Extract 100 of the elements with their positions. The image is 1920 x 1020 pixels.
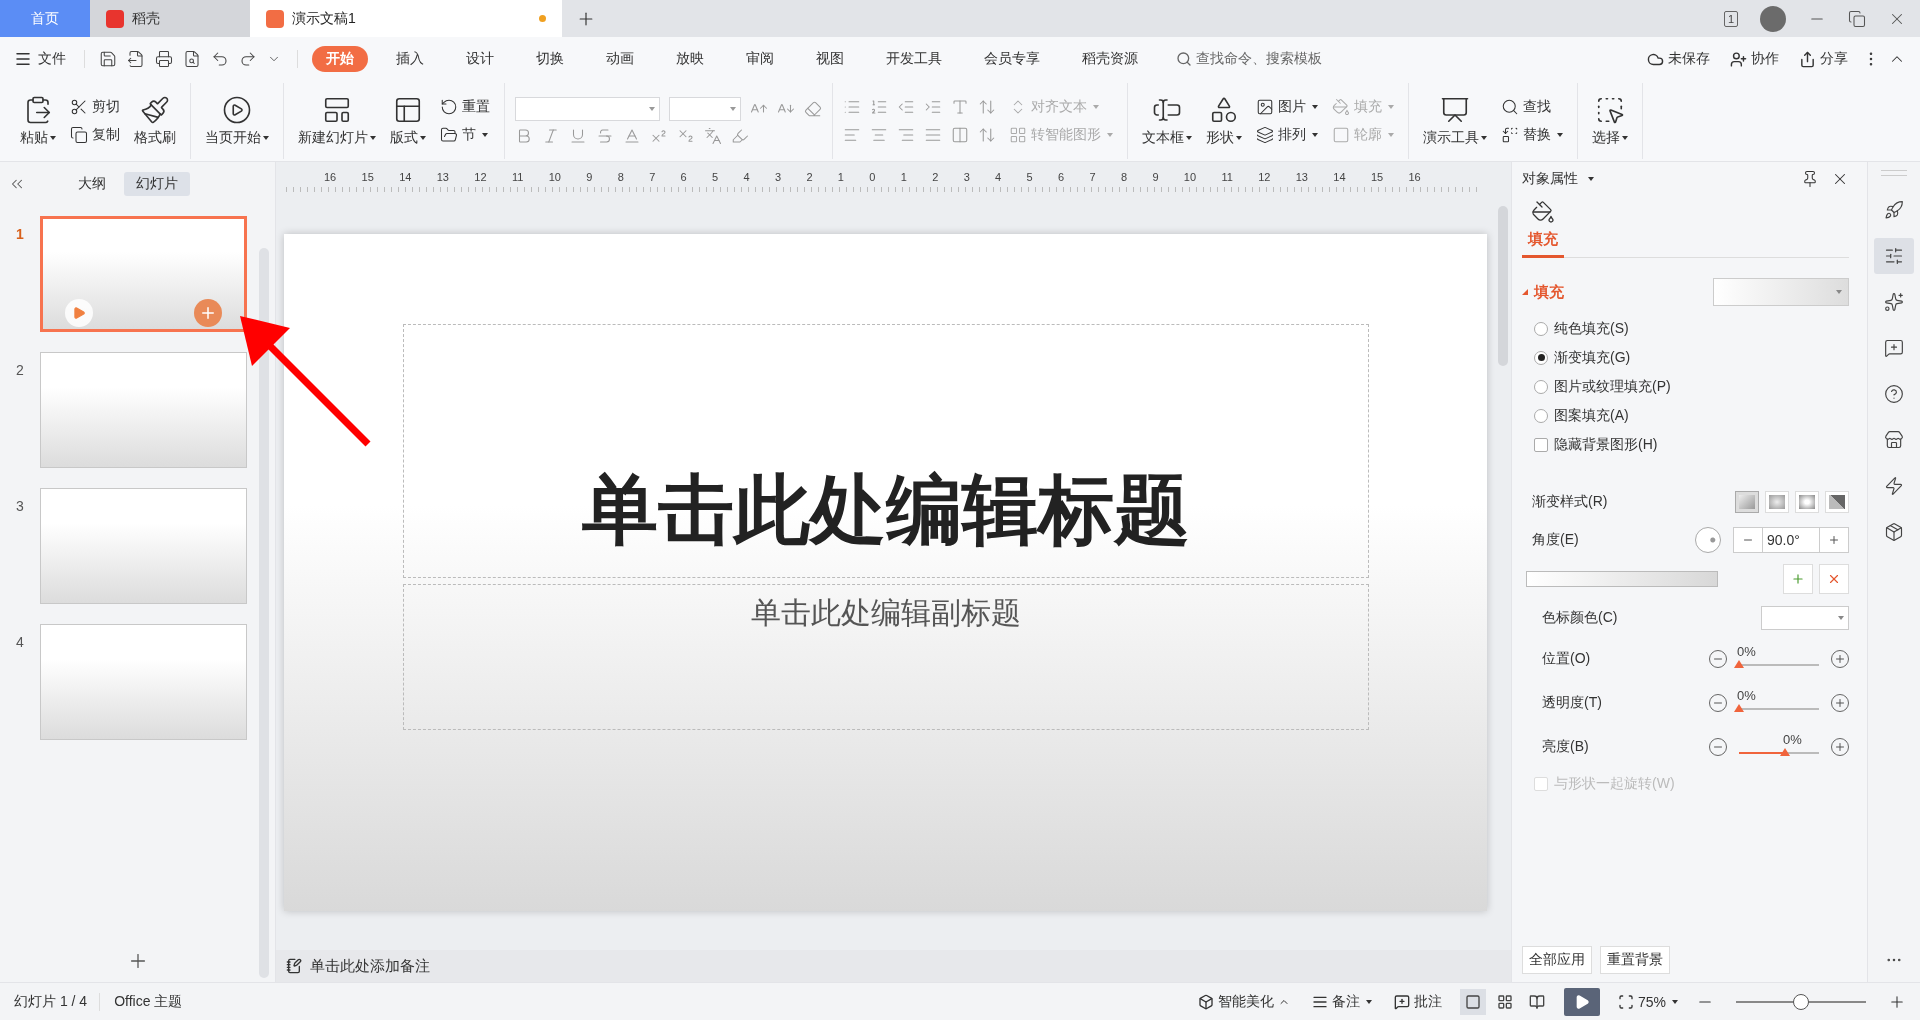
text-box-button[interactable]: 文本框	[1138, 93, 1196, 149]
notes-button[interactable]: 备注	[1307, 992, 1376, 1011]
preview-icon[interactable]	[183, 50, 201, 68]
layout-button[interactable]: 版式	[386, 93, 430, 149]
file-menu[interactable]: 文件	[14, 50, 66, 68]
subscript-icon[interactable]	[677, 127, 695, 145]
outdent-icon[interactable]	[897, 98, 915, 116]
share-button[interactable]: 分享	[1793, 50, 1854, 68]
arrange-button[interactable]: 排列	[1252, 124, 1322, 146]
reset-button[interactable]: 重置	[436, 96, 494, 118]
export-icon[interactable]	[127, 50, 145, 68]
slider-thumb[interactable]	[1780, 748, 1790, 756]
panel-title[interactable]: 对象属性	[1522, 170, 1578, 188]
fill-option[interactable]: 纯色填充(S)	[1522, 314, 1849, 343]
ribbon-tab[interactable]: 切换	[522, 46, 578, 72]
checkbox[interactable]	[1534, 437, 1548, 452]
slide-thumbnail[interactable]	[40, 216, 247, 332]
plus-icon[interactable]	[1828, 534, 1840, 546]
copy-button[interactable]: 复制	[66, 124, 124, 146]
fill-option[interactable]: 图片或纹理填充(P)	[1522, 372, 1849, 401]
sidebar-button[interactable]	[1874, 238, 1914, 274]
paste-button[interactable]: 粘贴	[16, 93, 60, 149]
command-search[interactable]: 查找命令、搜索模板	[1176, 50, 1322, 68]
fill-option[interactable]: 渐变填充(G)	[1522, 343, 1849, 372]
collaborate-button[interactable]: 协作	[1724, 50, 1785, 68]
font-name-field[interactable]	[515, 97, 660, 121]
gradient-bar[interactable]	[1526, 571, 1718, 587]
fill-dropdown[interactable]	[1713, 278, 1849, 306]
ribbon-tab[interactable]: 视图	[802, 46, 858, 72]
replace-button[interactable]: 替换	[1497, 124, 1567, 146]
radio[interactable]	[1534, 379, 1548, 394]
indent-icon[interactable]	[924, 98, 942, 116]
ribbon-tab[interactable]: 开发工具	[872, 46, 956, 72]
underline-icon[interactable]	[569, 127, 587, 145]
panel-button[interactable]: 全部应用	[1522, 946, 1592, 974]
redo-icon[interactable]	[239, 50, 257, 68]
ribbon-tab[interactable]: 放映	[662, 46, 718, 72]
unsaved-button[interactable]: 未保存	[1641, 50, 1716, 68]
scrollbar[interactable]	[259, 248, 269, 978]
numbered-list-icon[interactable]	[870, 98, 888, 116]
italic-icon[interactable]	[542, 127, 560, 145]
line-spacing-icon[interactable]	[978, 126, 996, 144]
slideshow-button[interactable]	[1563, 987, 1600, 1016]
beautify-button[interactable]: 智能美化	[1193, 992, 1294, 1011]
device-badge[interactable]: 1	[1723, 10, 1738, 27]
slide-thumbnail[interactable]	[40, 624, 247, 740]
restore-icon[interactable]	[1848, 9, 1866, 28]
pin-icon[interactable]	[1801, 170, 1819, 188]
angle-dial[interactable]	[1695, 527, 1721, 553]
ribbon-tab[interactable]: 审阅	[732, 46, 788, 72]
scrollbar[interactable]	[1498, 206, 1508, 366]
text-direction-icon[interactable]	[951, 98, 969, 116]
slide-thumbnail[interactable]	[40, 488, 247, 604]
picture-button[interactable]: 图片	[1252, 96, 1322, 118]
play-icon[interactable]	[65, 299, 93, 327]
panel-tab[interactable]: 大纲	[66, 172, 118, 196]
section-button[interactable]: 节	[436, 124, 494, 146]
color-dropdown[interactable]	[1761, 606, 1849, 630]
ribbon-tab[interactable]: 设计	[452, 46, 508, 72]
columns-icon[interactable]	[951, 126, 969, 144]
play-icon[interactable]	[72, 306, 86, 320]
eraser-icon[interactable]	[804, 100, 822, 118]
plus-icon[interactable]	[199, 304, 217, 322]
add-stop-button[interactable]	[1783, 564, 1813, 594]
align-right-icon[interactable]	[897, 126, 915, 144]
ribbon-tab[interactable]: 动画	[592, 46, 648, 72]
zoom-button[interactable]: 75%	[1613, 993, 1682, 1010]
find-button[interactable]: 查找	[1497, 96, 1567, 118]
ribbon-tab[interactable]: 会员专享	[970, 46, 1054, 72]
ribbon-tab[interactable]: 插入	[382, 46, 438, 72]
add-icon[interactable]	[194, 299, 222, 327]
align-center-icon[interactable]	[870, 126, 888, 144]
sort-icon[interactable]	[978, 98, 996, 116]
slider-thumb[interactable]	[1734, 704, 1744, 712]
radio[interactable]	[1534, 408, 1548, 423]
fill-option[interactable]: 图案填充(A)	[1522, 401, 1849, 430]
angle-field[interactable]: 90.0°	[1733, 527, 1849, 553]
undo-icon[interactable]	[211, 50, 229, 68]
select-button[interactable]: 选择	[1588, 93, 1632, 149]
justify-icon[interactable]	[924, 126, 942, 144]
document-tab[interactable]: 稻壳	[90, 0, 250, 37]
notes-field[interactable]: 单击此处添加备注	[276, 950, 1511, 982]
play-from-current-button[interactable]: 当页开始	[201, 93, 273, 149]
print-icon[interactable]	[155, 50, 173, 68]
title-placeholder[interactable]: 单击此处编辑标题	[402, 324, 1369, 578]
new-slide-button[interactable]: 新建幻灯片	[294, 93, 380, 149]
slide-thumbnail[interactable]	[40, 352, 247, 468]
save-icon[interactable]	[99, 50, 117, 68]
document-tab[interactable]: 演示文稿1	[250, 0, 562, 37]
format-painter-button[interactable]: 格式刷	[130, 93, 180, 149]
presentation-tools-button[interactable]: 演示工具	[1419, 93, 1491, 149]
view-button[interactable]	[1459, 988, 1486, 1015]
checkbox-option[interactable]: 隐藏背景图形(H)	[1522, 430, 1849, 459]
superscript-icon[interactable]	[650, 127, 668, 145]
font-size-field[interactable]	[669, 97, 741, 121]
ribbon-tab[interactable]: 稻壳资源	[1068, 46, 1152, 72]
avatar[interactable]	[1760, 5, 1786, 32]
strikethrough-icon[interactable]	[596, 127, 614, 145]
panel-tab[interactable]: 幻灯片	[124, 172, 190, 196]
phonetic-icon[interactable]	[704, 127, 722, 145]
